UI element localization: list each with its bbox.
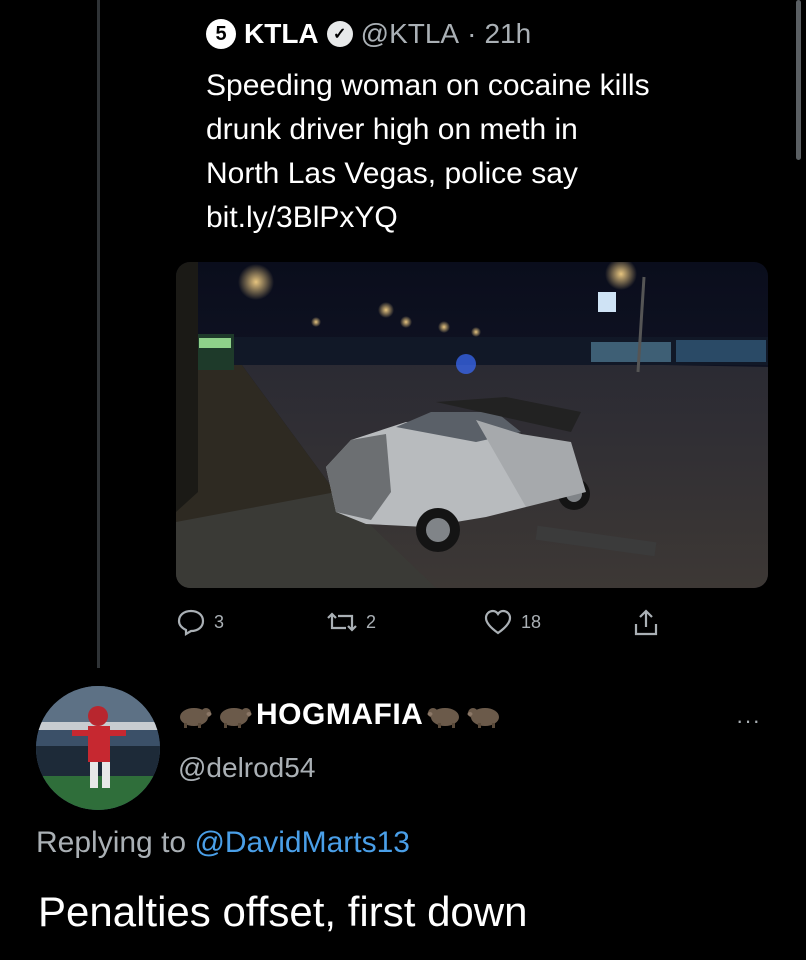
reply-author-handle[interactable]: @delrod54 <box>178 752 315 784</box>
hog-emoji-icon <box>216 700 252 730</box>
avatar[interactable] <box>36 686 160 810</box>
reply-count: 3 <box>214 611 225 632</box>
quoted-tweet-header: 5 KTLA ✓ @KTLA · 21h <box>206 18 531 50</box>
quoted-tweet[interactable]: 5 KTLA ✓ @KTLA · 21h Speeding woman on c… <box>176 0 776 668</box>
reply-author-name-row[interactable]: HOGMAFIA <box>176 698 503 732</box>
tweet-media-image[interactable] <box>176 262 768 588</box>
tweet-text-line: drunk driver high on meth in <box>206 113 578 146</box>
ktla-logo-icon[interactable]: 5 <box>206 19 236 49</box>
reply-icon <box>177 609 205 636</box>
retweet-count: 2 <box>366 611 377 632</box>
replying-to-mention[interactable]: @DavidMarts13 <box>194 826 410 859</box>
quoted-author-name[interactable]: KTLA <box>244 18 319 50</box>
thread-connector-line <box>97 0 100 668</box>
share-icon <box>634 609 658 636</box>
header-separator: · <box>467 18 477 49</box>
hog-emoji-icon <box>176 700 212 730</box>
football-player-avatar-image <box>36 686 160 810</box>
quoted-tweet-text: Speeding woman on cocaine kills drunk dr… <box>206 64 766 240</box>
replying-to-prefix: Replying to <box>36 826 195 859</box>
share-action[interactable] <box>632 608 660 638</box>
scrollbar-thumb[interactable] <box>796 0 801 160</box>
crash-scene-image <box>176 262 768 588</box>
hog-emoji-icon <box>467 700 503 730</box>
replying-to-line: Replying to @DavidMarts13 <box>36 826 410 860</box>
verified-badge-icon: ✓ <box>326 21 353 47</box>
hog-emoji-icon <box>427 700 463 730</box>
tweet-link[interactable]: bit.ly/3BlPxYQ <box>206 196 766 240</box>
tweet-text-line: Speeding woman on cocaine kills <box>206 69 650 102</box>
reply-action[interactable]: 3 <box>176 608 224 636</box>
quoted-author-handle[interactable]: @KTLA <box>361 18 459 50</box>
reply-tweet-text: Penalties offset, first down <box>38 888 528 935</box>
tweet-timestamp[interactable]: 21h <box>484 18 531 50</box>
tweet-text-line: North Las Vegas, police say <box>206 157 578 190</box>
like-action[interactable]: 18 <box>483 608 541 636</box>
like-count: 18 <box>521 611 542 632</box>
reply-display-name[interactable]: HOGMAFIA <box>256 698 423 732</box>
heart-icon <box>484 609 512 635</box>
retweet-icon <box>327 612 357 632</box>
retweet-action[interactable]: 2 <box>326 608 376 636</box>
quoted-tweet-actions: 3 2 18 <box>176 608 776 638</box>
more-options-icon[interactable]: ··· <box>736 708 761 734</box>
